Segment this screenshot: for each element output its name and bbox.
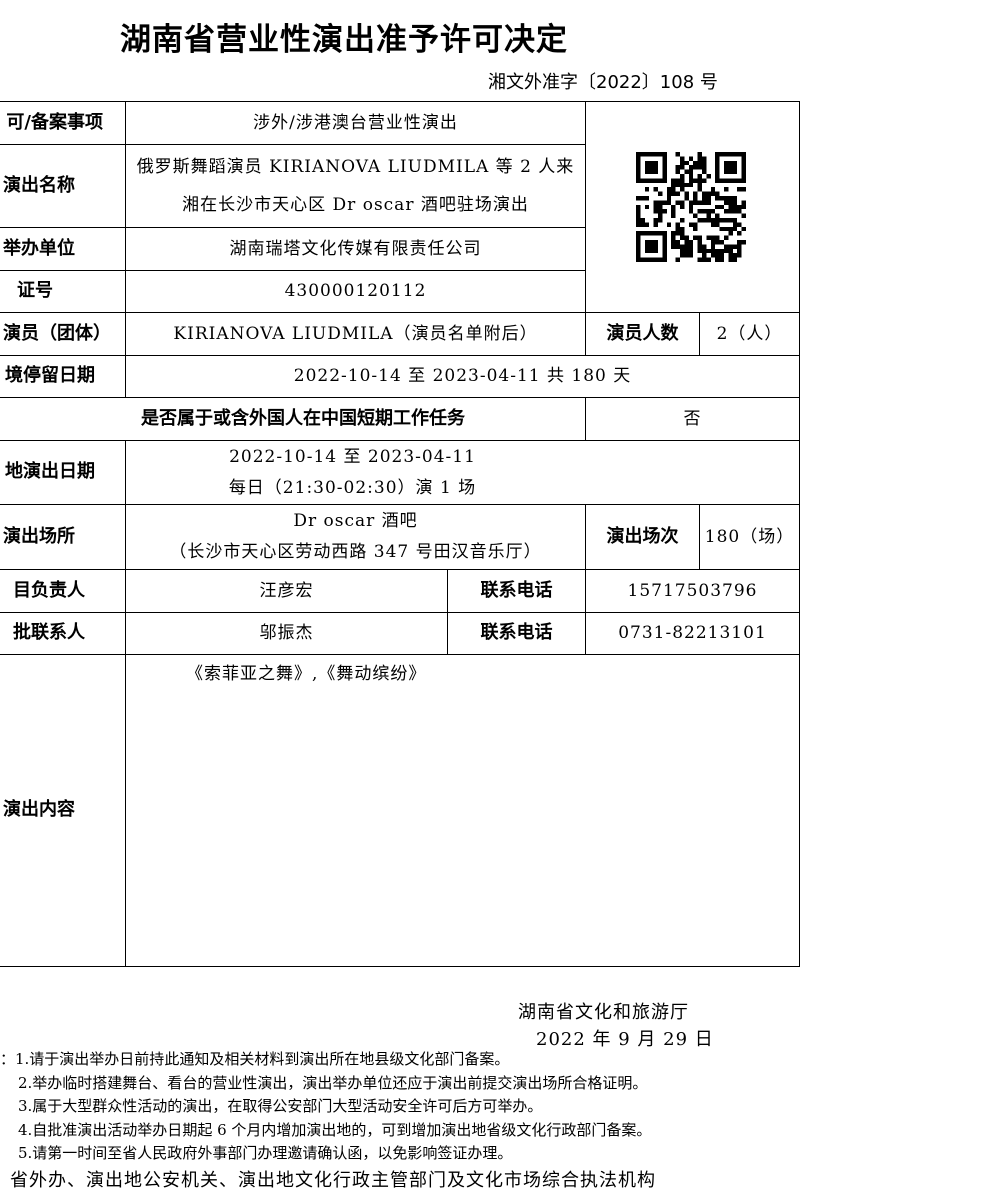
notes-section: ：1.请于演出举办日前持此通知及相关材料到演出所在地县级文化部门备案。 2.举办… — [0, 1048, 651, 1166]
license-label: 证号 — [0, 270, 126, 313]
item-value: 涉外/涉港澳台营业性演出 — [125, 101, 586, 145]
stay-label: 境停留日期 — [0, 355, 126, 398]
license-value: 430000120112 — [125, 270, 586, 313]
manager-phone-label: 联系电话 — [447, 569, 586, 613]
document-number: 湘文外准字〔2022〕108 号 — [488, 72, 718, 93]
local-date-label: 地演出日期 — [0, 440, 126, 505]
note-3: 3.属于大型群众性活动的演出，在取得公安部门大型活动安全许可后方可举办。 — [18, 1097, 543, 1115]
show-name-line-2: 湘在长沙市天心区 Dr oscar 酒吧驻场演出 — [182, 195, 529, 215]
organizer-value: 湖南瑞塔文化传媒有限责任公司 — [125, 227, 586, 271]
manager-value: 汪彦宏 — [125, 569, 448, 613]
local-date-line-2: 每日（21:30-02:30）演 1 场 — [228, 477, 477, 498]
venue-label: 演出场所 — [0, 504, 126, 570]
approval-phone-value: 0731-82213101 — [585, 612, 800, 655]
local-date-line-1: 2022-10-14 至 2023-04-11 — [229, 446, 476, 467]
item-label: 可/备案事项 — [0, 101, 126, 145]
foreign-work-value: 否 — [585, 397, 800, 441]
local-date-value: 2022-10-14 至 2023-04-11 每日（21:30-02:30）演… — [125, 440, 800, 505]
issuer-name: 湖南省文化和旅游厅 — [518, 1002, 689, 1023]
content-value: 《索菲亚之舞》,《舞动缤纷》 — [125, 654, 800, 967]
approval-phone-label: 联系电话 — [447, 612, 586, 655]
venue-line-1: Dr oscar 酒吧 — [293, 511, 418, 531]
manager-label: 目负责人 — [0, 569, 126, 613]
note-5: 5.请第一时间至省人民政府外事部门办理邀请确认函，以免影响签证办理。 — [18, 1144, 513, 1162]
approval-contact-label: 批联系人 — [0, 612, 126, 655]
manager-phone-value: 15717503796 — [585, 569, 800, 613]
note-4: 4.自批准演出活动举办日期起 6 个月内增加演出地的，可到增加演出地省级文化行政… — [18, 1120, 652, 1139]
stay-value: 2022-10-14 至 2023-04-11 共 180 天 — [125, 355, 800, 398]
performer-label: 演员（团体） — [0, 312, 126, 356]
content-label: 演出内容 — [0, 654, 126, 967]
document-title: 湖南省营业性演出准予许可决定 — [120, 22, 568, 58]
sessions-label: 演出场次 — [585, 504, 700, 570]
cc-line: 省外办、演出地公安机关、演出地文化行政主管部门及文化市场综合执法机构 — [10, 1170, 656, 1191]
note-1: ：1.请于演出举办日前持此通知及相关材料到演出所在地县级文化部门备案。 — [0, 1050, 510, 1068]
performer-count-label: 演员人数 — [585, 312, 700, 356]
approval-contact-value: 邬振杰 — [125, 612, 448, 655]
show-name-label: 演出名称 — [0, 144, 126, 228]
foreign-work-label: 是否属于或含外国人在中国短期工作任务 — [0, 397, 586, 441]
performer-count-value: 2（人） — [699, 312, 800, 356]
venue-line-2: （长沙市天心区劳动西路 347 号田汉音乐厅） — [169, 542, 542, 562]
show-name-value: 俄罗斯舞蹈演员 KIRIANOVA LIUDMILA 等 2 人来 湘在长沙市天… — [125, 144, 586, 228]
note-2: 2.举办临时搭建舞台、看台的营业性演出，演出举办单位还应于演出前提交演出场所合格… — [18, 1073, 648, 1092]
venue-value: Dr oscar 酒吧 （长沙市天心区劳动西路 347 号田汉音乐厅） — [125, 504, 586, 570]
performer-value: KIRIANOVA LIUDMILA（演员名单附后） — [125, 312, 586, 356]
show-name-line-1: 俄罗斯舞蹈演员 KIRIANOVA LIUDMILA 等 2 人来 — [136, 157, 575, 177]
organizer-label: 举办单位 — [0, 227, 126, 271]
sessions-value: 180（场） — [699, 504, 800, 570]
qr-code-icon — [636, 152, 746, 262]
